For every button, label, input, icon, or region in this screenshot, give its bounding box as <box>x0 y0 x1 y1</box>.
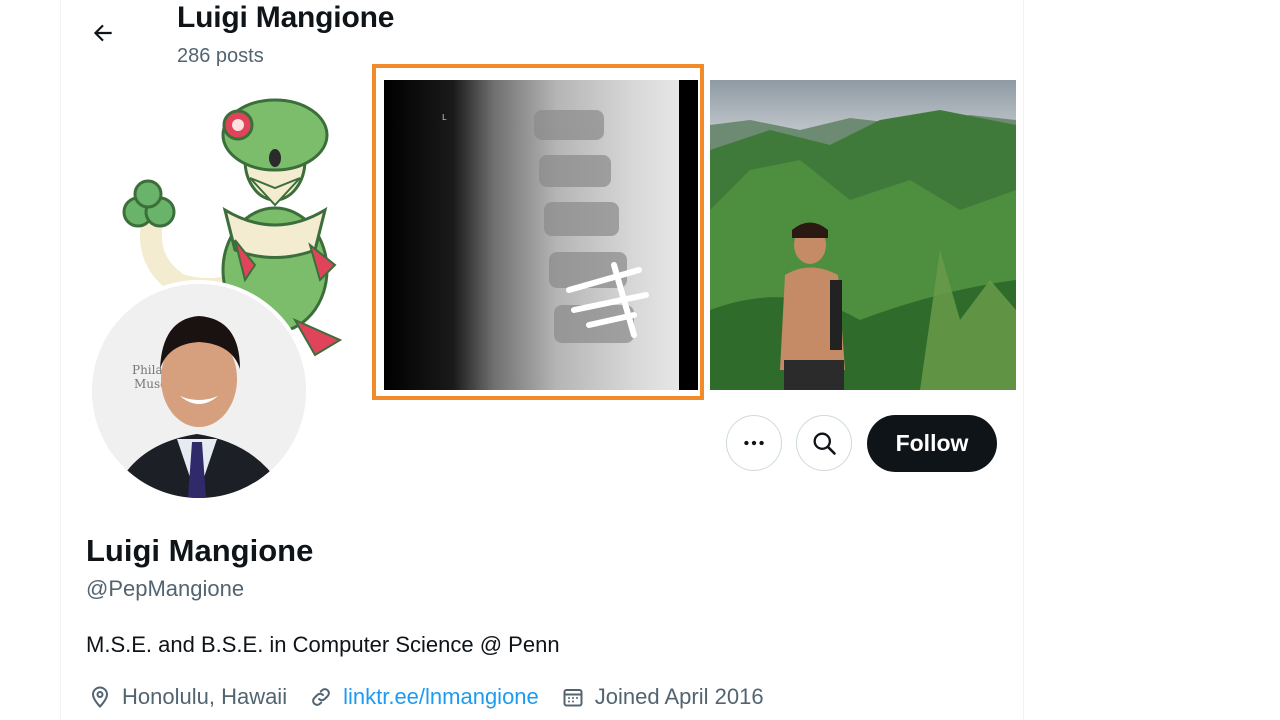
location-pin-icon <box>91 686 109 708</box>
link-item[interactable]: linktr.ee/lnmangione <box>309 684 539 710</box>
joined-text: Joined April 2016 <box>594 684 764 709</box>
location-item: Honolulu, Hawaii <box>88 684 287 710</box>
joined-item: Joined April 2016 <box>561 684 764 710</box>
profile-handle: @PepMangione <box>86 576 245 601</box>
search-icon <box>813 432 836 455</box>
more-options-button[interactable] <box>726 415 782 471</box>
profile-meta-row: Honolulu, Hawaii linktr.ee/lnmangione Jo… <box>88 682 786 712</box>
more-dots-icon <box>744 440 764 446</box>
posts-count: 286 posts <box>177 45 264 67</box>
avatar-photo: Philad Muse <box>92 284 306 498</box>
follow-button[interactable]: Follow <box>867 415 997 472</box>
header-title: Luigi Mangione <box>177 1 395 34</box>
profile-avatar[interactable]: Philad Muse <box>88 280 310 502</box>
profile-link[interactable]: linktr.ee/lnmangione <box>343 684 539 710</box>
profile-bio: M.S.E. and B.S.E. in Computer Science @ … <box>86 632 560 657</box>
svg-text:L: L <box>442 113 447 122</box>
xray-image[interactable]: L <box>384 80 698 390</box>
hiking-photo[interactable] <box>710 80 1016 390</box>
profile-display-name: Luigi Mangione <box>86 533 314 568</box>
link-icon <box>312 688 330 706</box>
calendar-icon <box>563 689 583 707</box>
back-button[interactable] <box>84 14 122 52</box>
arrow-left-icon <box>93 24 112 42</box>
search-profile-button[interactable] <box>796 415 852 471</box>
location-text: Honolulu, Hawaii <box>122 684 288 709</box>
